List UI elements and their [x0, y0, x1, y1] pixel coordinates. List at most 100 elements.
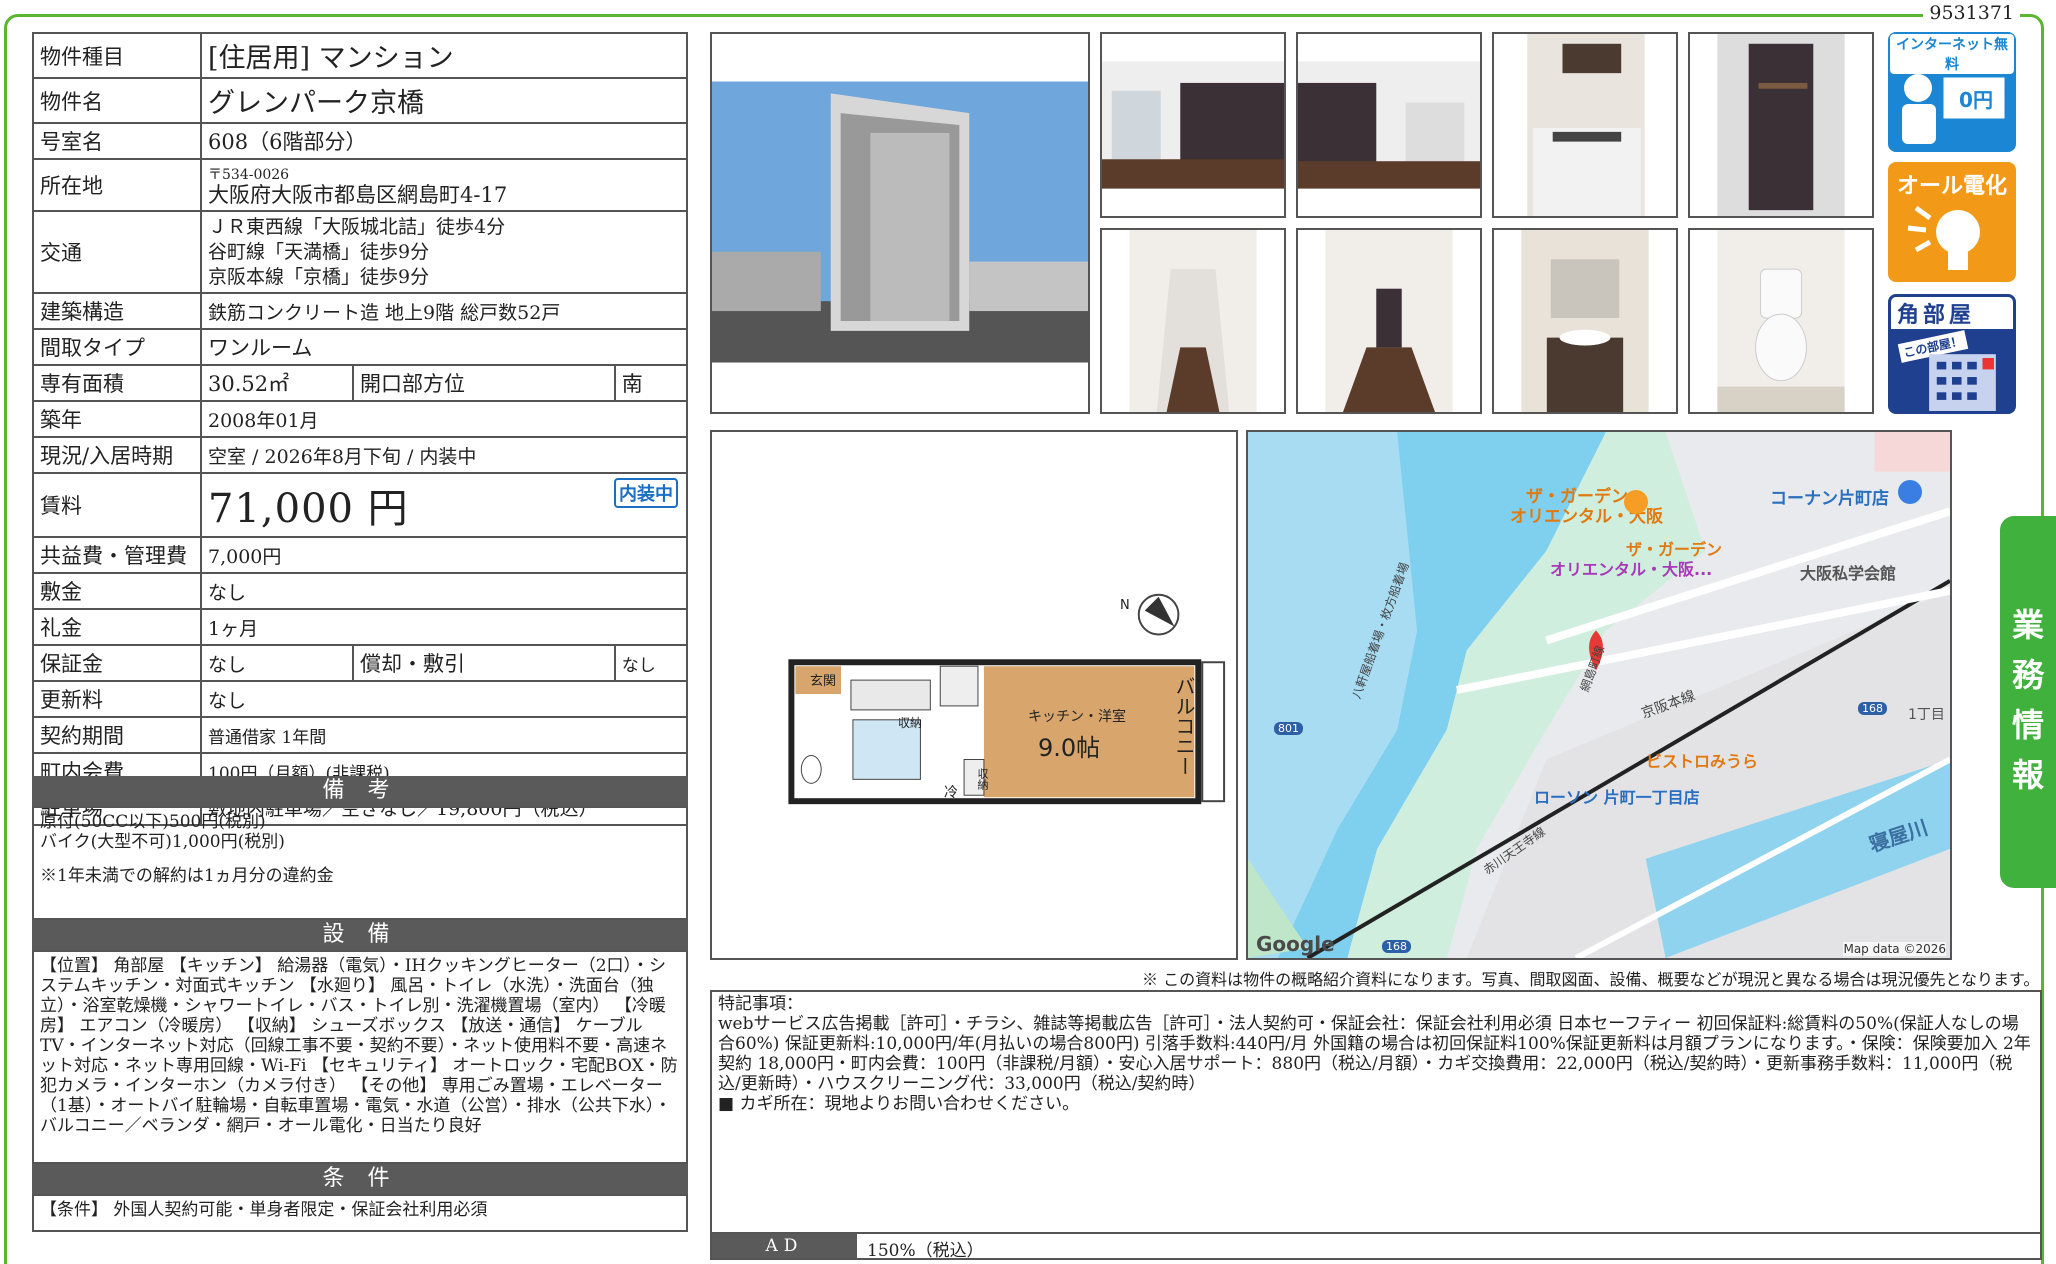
layout-value: ワンルーム — [200, 328, 688, 366]
status-value: 空室 / 2026年8月下旬 / 内装中 — [200, 436, 688, 474]
open-label: 開口部方位 — [352, 364, 616, 402]
google-logo: Google — [1256, 932, 1335, 956]
floorplan-fridge: 冷 — [944, 785, 958, 801]
interior-photo-3 — [1492, 32, 1678, 218]
map-route-801: 801 — [1274, 722, 1303, 735]
special-notes-head: 特記事項： — [718, 994, 803, 1014]
interior-photo-1 — [1100, 32, 1286, 218]
reikin-value: 1ヶ月 — [200, 608, 688, 646]
area-value: 30.52㎡ — [200, 364, 354, 402]
location-map[interactable]: ザ・ガーデン オリエンタル・大阪 ザ・ガーデン オリエンタル・大阪... コーナ… — [1246, 430, 1952, 960]
area-label: 専有面積 — [32, 364, 202, 402]
rent-label: 賃料 — [32, 472, 202, 538]
deposit-value: なし — [200, 644, 354, 682]
corner-room-icon: 角部屋 この部屋！ — [1888, 294, 2016, 414]
map-poi-konan: コーナン片町店 — [1770, 489, 1889, 509]
map-attribution: Map data ©2026 — [1843, 942, 1946, 956]
map-poi-bistro: ビストロみうら — [1646, 752, 1759, 771]
special-notes-body: webサービス広告掲載［許可］・チラシ、雑誌等掲載広告［許可］・法人契約可・保証… — [718, 1014, 2031, 1094]
document-id: 9531371 — [1923, 2, 2020, 24]
joken-header: 条 件 — [32, 1164, 688, 1194]
all-electric-label: オール電化 — [1896, 174, 2007, 199]
access-label: 交通 — [32, 210, 202, 294]
setsubi-text: 【位置】 角部屋 【キッチン】 給湯器（電気）・IHクッキングヒーター（2口）・… — [32, 950, 688, 1164]
name-label: 物件名 — [32, 77, 202, 124]
shikikin-value: なし — [200, 572, 688, 610]
floorplan-genkan: 玄関 — [810, 674, 837, 689]
north-arrow: N — [1120, 598, 1130, 613]
interior-photo-4 — [1688, 32, 1874, 218]
access-line-1: ＪＲ東西線「大阪城北詰」徒歩4分 — [208, 215, 506, 238]
interior-badge: 内装中 — [614, 478, 678, 508]
amortization-value: なし — [613, 644, 689, 682]
map-poi-lawson: ローソン 片町一丁目店 — [1534, 788, 1700, 807]
building-photo — [710, 32, 1090, 414]
interior-photo-6 — [1296, 228, 1482, 414]
biko-box: 原付(50CC以下)500円(税別) バイク(大型不可)1,000円(税別) ※… — [32, 806, 688, 920]
zip-code: 〒534-0026 — [208, 167, 290, 183]
room-value: 608（6階部分） — [200, 122, 688, 160]
biko-line-1: 原付(50CC以下)500円(税別) — [40, 812, 266, 832]
type-label: 物件種目 — [32, 32, 202, 79]
renewal-label: 更新料 — [32, 680, 202, 718]
type-value: [住居用] マンション — [200, 32, 688, 79]
business-info-tab[interactable]: 業務情報 — [2000, 516, 2056, 888]
floorplan-room-size: 9.0帖 — [1038, 734, 1101, 762]
rent-value: 71,000 円 — [208, 486, 409, 532]
deposit-label: 保証金 — [32, 644, 202, 682]
shikikin-label: 敷金 — [32, 572, 202, 610]
amortization-label: 償却・敷引 — [352, 644, 616, 682]
all-electric-icon: オール電化 — [1888, 162, 2016, 282]
fee-value: 7,000円 — [200, 536, 688, 574]
interior-photo-7 — [1492, 228, 1678, 414]
floorplan-storage-1: 収納 — [898, 716, 923, 730]
free-internet-icon: インターネット無料 0円 — [1888, 32, 2016, 152]
fee-label: 共益費・管理費 — [32, 536, 202, 574]
renewal-value: なし — [200, 680, 688, 718]
contract-value: 普通借家 1年間 — [200, 716, 688, 754]
layout-label: 間取タイプ — [32, 328, 202, 366]
room-label: 号室名 — [32, 122, 202, 160]
disclaimer-note: ※ この資料は物件の概略紹介資料になります。写真、間取図面、設備、概要などが現況… — [1142, 970, 2040, 989]
address-value: 大阪府大阪市都島区網島町4-17 — [208, 183, 508, 207]
ad-value: 150%（税込） — [867, 1241, 984, 1261]
interior-photo-5 — [1100, 228, 1286, 414]
ad-label: AD — [712, 1234, 857, 1258]
reikin-label: 礼金 — [32, 608, 202, 646]
floorplan-storage-2: 収納 — [976, 768, 989, 790]
map-hotel-icon-1 — [1624, 490, 1648, 514]
structure-label: 建築構造 — [32, 292, 202, 330]
map-poi-shigaku: 大阪私学会館 — [1800, 564, 1897, 583]
ad-row: AD 150%（税込） — [710, 1232, 2042, 1261]
biko-line-3: ※1年未満での解約は1ヵ月分の違約金 — [40, 866, 334, 886]
property-table: 物件種目 [住居用] マンション 物件名 グレンパーク京橋 号室名 608（6階部分）… — [32, 32, 689, 826]
business-info-label: 業務情報 — [2012, 606, 2045, 794]
built-value: 2008年01月 — [200, 400, 688, 438]
interior-photo-2 — [1296, 32, 1482, 218]
internet-price: 0円 — [1959, 88, 1993, 112]
access-line-2: 谷町線「天満橋」徒歩9分 — [208, 240, 430, 263]
map-route-168-b: 168 — [1382, 940, 1411, 953]
floorplan-balcony: バルコニー — [1172, 676, 1196, 776]
key-location-note: ■ カギ所在：現地よりお問い合わせください。 — [718, 1094, 1080, 1114]
floor-plan: 玄関 収納 収納 冷 キッチン・洋室 9.0帖 バルコニー N — [710, 430, 1238, 960]
open-value: 南 — [613, 364, 689, 402]
corner-label: 角部屋 — [1891, 297, 2013, 329]
biko-line-2: バイク(大型不可)1,000円(税別) — [40, 832, 285, 852]
biko-header: 備 考 — [32, 776, 688, 806]
access-line-3: 京阪本線「京橋」徒歩9分 — [208, 265, 430, 288]
name-value: グレンパーク京橋 — [200, 77, 688, 124]
map-route-168-a: 168 — [1858, 702, 1887, 715]
interior-photo-8 — [1688, 228, 1874, 414]
special-notes-box: 特記事項： webサービス広告掲載［許可］・チラシ、雑誌等掲載広告［許可］・法人… — [710, 990, 2042, 1260]
map-chome-label: 1丁目 — [1908, 707, 1945, 723]
setsubi-header: 設 備 — [32, 920, 688, 950]
structure-value: 鉄筋コンクリート造 地上9階 総戸数52戸 — [200, 292, 688, 330]
address-label: 所在地 — [32, 158, 202, 212]
floorplan-room-label: キッチン・洋室 — [1028, 709, 1126, 725]
map-poi-garden-2b: オリエンタル・大阪... — [1550, 560, 1713, 579]
status-label: 現況/入居時期 — [32, 436, 202, 474]
contract-label: 契約期間 — [32, 716, 202, 754]
built-label: 築年 — [32, 400, 202, 438]
map-shop-icon — [1898, 480, 1922, 504]
